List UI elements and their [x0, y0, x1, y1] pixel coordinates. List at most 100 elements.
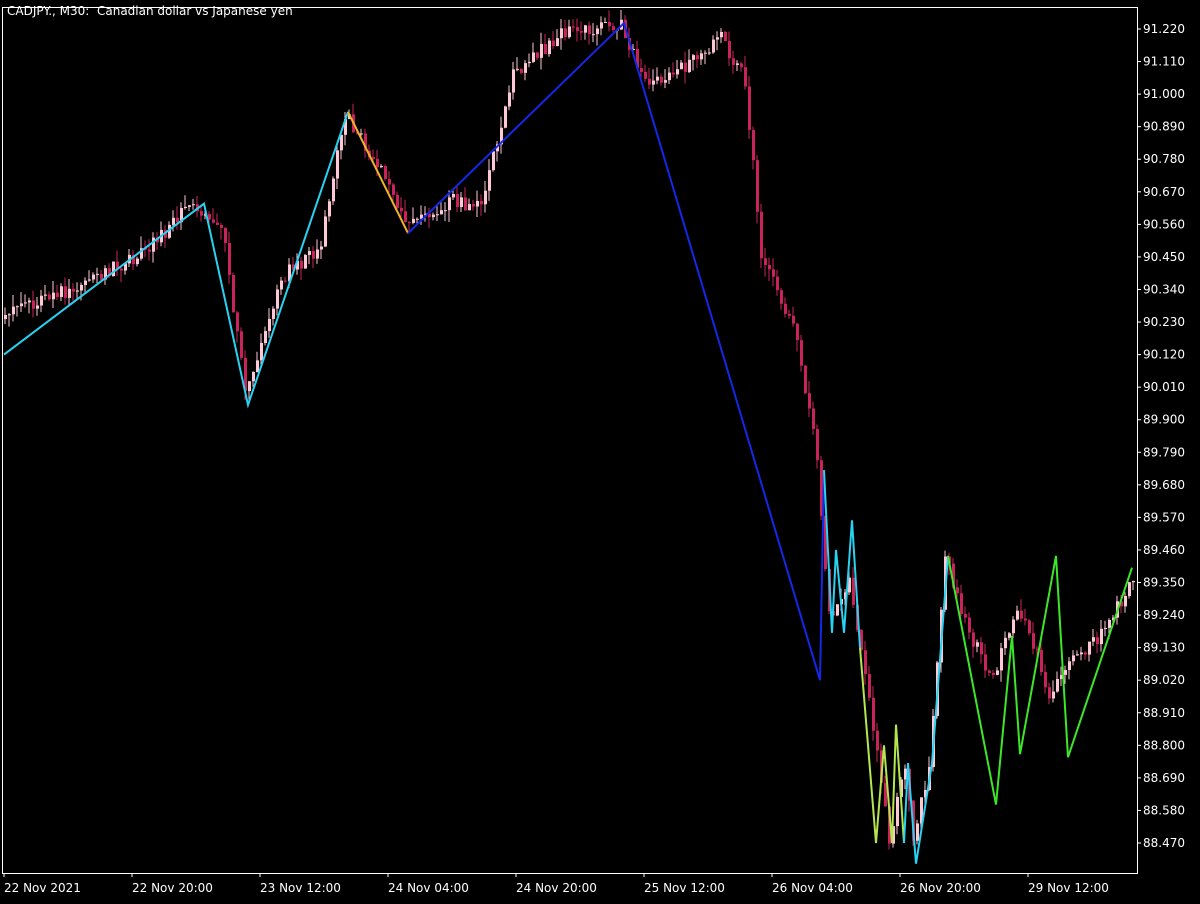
candle	[756, 155, 759, 224]
candle	[8, 313, 11, 327]
candle	[412, 207, 415, 225]
candle	[140, 236, 143, 261]
candle	[228, 231, 231, 284]
candle	[996, 667, 999, 676]
candle	[256, 351, 259, 373]
y-tick-label: 90.670	[1143, 185, 1185, 199]
candle	[396, 191, 399, 210]
candle	[1008, 631, 1011, 641]
candle	[1092, 629, 1095, 647]
candle	[196, 195, 199, 218]
candle	[300, 256, 303, 280]
candle	[1132, 580, 1135, 591]
price-chart[interactable]: CADJPY., M30: Canadian dollar vs Japanes…	[0, 0, 1200, 900]
x-tick-label: 24 Nov 20:00	[516, 881, 597, 895]
y-tick-label: 88.470	[1143, 836, 1185, 850]
candle	[1048, 682, 1051, 705]
candle	[696, 51, 699, 69]
candle	[964, 606, 967, 624]
candle	[432, 212, 435, 221]
candle	[976, 639, 979, 653]
candle	[808, 381, 811, 418]
candle	[72, 283, 75, 301]
candle	[60, 283, 63, 302]
candle	[328, 198, 331, 222]
candle	[104, 265, 107, 285]
y-tick-label: 89.130	[1143, 641, 1185, 655]
x-tick-label: 26 Nov 20:00	[900, 881, 981, 895]
x-tick-label: 22 Nov 20:00	[132, 881, 213, 895]
candle	[752, 126, 755, 170]
y-tick-label: 88.800	[1143, 738, 1185, 752]
candle	[332, 176, 335, 205]
candle	[1068, 656, 1071, 680]
candle	[980, 636, 983, 664]
zigzag-layer	[3, 21, 1133, 864]
candle	[440, 201, 443, 215]
candle	[304, 253, 307, 269]
y-tick-label: 88.690	[1143, 771, 1185, 785]
candle	[648, 67, 651, 90]
candle	[576, 18, 579, 42]
candle	[896, 792, 899, 835]
candle	[984, 643, 987, 679]
candle	[528, 53, 531, 68]
candle	[1104, 620, 1107, 637]
candle	[240, 327, 243, 361]
candle	[48, 291, 51, 302]
candle	[700, 49, 703, 65]
candle	[456, 186, 459, 212]
candle	[988, 669, 991, 677]
candle	[1080, 646, 1083, 661]
candle	[156, 232, 159, 250]
candle	[148, 239, 151, 261]
candle	[284, 276, 287, 283]
candle	[68, 278, 71, 306]
candle	[132, 250, 135, 270]
candle	[668, 67, 671, 84]
chart-canvas[interactable]: 91.220 91.110 91.000 90.890 90.780 90.670 90.5…	[0, 0, 1200, 900]
candle	[568, 19, 571, 39]
candle	[868, 666, 871, 702]
candle	[40, 289, 43, 313]
y-tick-label: 88.910	[1143, 706, 1185, 720]
candle	[872, 686, 875, 741]
candle	[544, 33, 547, 55]
candle	[152, 232, 155, 263]
candle	[20, 292, 23, 313]
candle	[720, 28, 723, 44]
candle	[320, 240, 323, 260]
x-tick-label: 26 Nov 04:00	[772, 881, 853, 895]
candle	[212, 208, 215, 224]
candle	[728, 31, 731, 67]
candle	[280, 276, 283, 295]
candle	[184, 195, 187, 210]
candle	[484, 180, 487, 213]
candle	[1056, 671, 1059, 693]
candle	[64, 277, 67, 305]
y-tick-label: 89.680	[1143, 478, 1185, 492]
candle	[804, 364, 807, 395]
candle	[660, 73, 663, 86]
candle	[548, 37, 551, 57]
candle	[112, 261, 115, 277]
candle	[712, 35, 715, 54]
y-tick-label: 90.450	[1143, 250, 1185, 264]
zigzag-line	[947, 555, 1133, 805]
candle	[180, 202, 183, 230]
candle	[1024, 608, 1027, 626]
candle	[764, 247, 767, 277]
y-tick-label: 91.220	[1143, 22, 1185, 36]
y-tick-label: 90.010	[1143, 380, 1185, 394]
y-tick-label: 89.570	[1143, 510, 1185, 524]
candle	[188, 205, 191, 211]
candle	[176, 206, 179, 230]
x-tick-label: 29 Nov 12:00	[1028, 881, 1109, 895]
candle	[580, 21, 583, 41]
candle	[480, 194, 483, 216]
candle	[44, 284, 47, 301]
candle	[608, 10, 611, 32]
candle	[644, 64, 647, 82]
y-tick-label: 88.580	[1143, 803, 1185, 817]
y-tick-label: 90.230	[1143, 315, 1185, 329]
